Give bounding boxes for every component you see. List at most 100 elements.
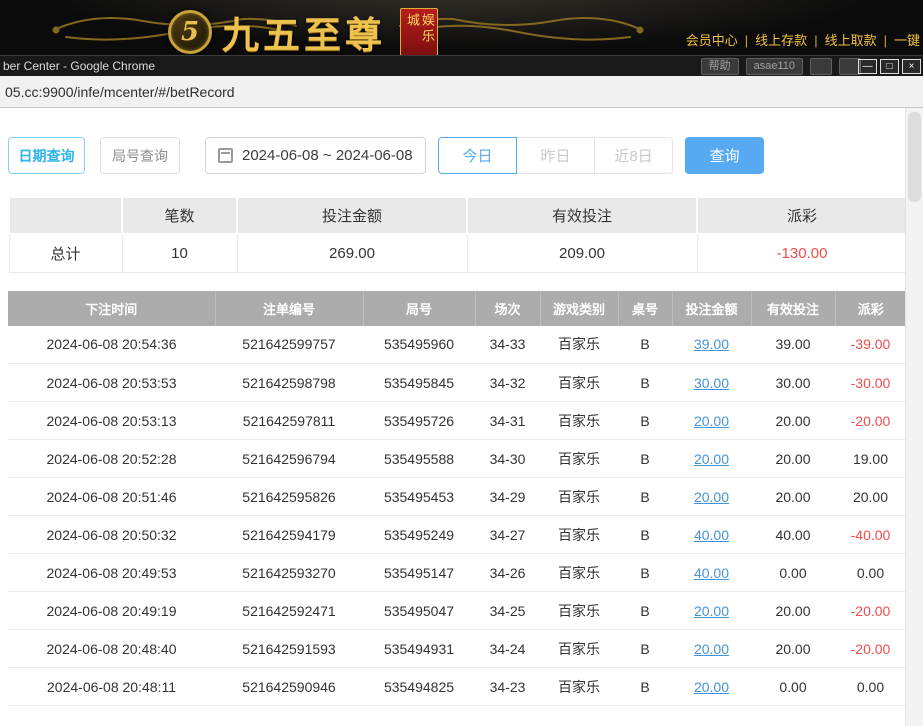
summary-header-cell [9, 197, 122, 234]
window-title: ber Center - Google Chrome [3, 59, 155, 73]
bet-header-cell: 注单编号 [215, 291, 363, 326]
summary-payout: -130.00 [697, 234, 907, 272]
cell-time: 2024-06-08 20:48:11 [8, 668, 215, 706]
cell-valid-bet: 0.00 [751, 668, 835, 706]
table-row: 2024-06-08 20:54:36521642599757535495960… [8, 326, 906, 364]
date-range-picker[interactable]: 2024-06-08 ~ 2024-06-08 [205, 137, 426, 174]
cell-bet-amount[interactable]: 20.00 [672, 592, 751, 630]
cell-order-id: 521642590946 [215, 668, 363, 706]
address-bar[interactable]: 05.cc:9900/infe/mcenter/#/betRecord [0, 76, 923, 108]
summary-header-cell: 有效投注 [467, 197, 697, 234]
summary-total-row: 总计 10 269.00 209.00 -130.00 [9, 234, 907, 272]
summary-header-cell: 笔数 [122, 197, 237, 234]
bet-header-cell: 投注金额 [672, 291, 751, 326]
cell-round-id: 535494931 [363, 630, 475, 668]
cell-payout: 20.00 [835, 478, 906, 516]
cell-bet-amount[interactable]: 40.00 [672, 516, 751, 554]
search-button[interactable]: 查询 [685, 137, 764, 174]
cell-payout: -30.00 [835, 364, 906, 402]
casino-nav-link[interactable]: 线上存款 [755, 33, 807, 48]
cell-game-type: 百家乐 [540, 402, 618, 440]
bet-table-header-row: 下注时间注单编号局号场次游戏类别桌号投注金额有效投注派彩 [8, 291, 906, 326]
bet-amount-link[interactable]: 40.00 [694, 565, 729, 581]
cell-bet-amount[interactable]: 20.00 [672, 668, 751, 706]
cell-game-type: 百家乐 [540, 668, 618, 706]
cell-payout: -20.00 [835, 402, 906, 440]
bet-amount-link[interactable]: 20.00 [694, 641, 729, 657]
table-row: 2024-06-08 20:53:13521642597811535495726… [8, 402, 906, 440]
casino-nav-link[interactable]: 线上取款 [825, 33, 877, 48]
summary-header-row: 笔数投注金额有效投注派彩 [9, 197, 907, 234]
cell-order-id: 521642592471 [215, 592, 363, 630]
tab-round-query[interactable]: 局号查询 [100, 137, 180, 174]
cell-payout: -20.00 [835, 592, 906, 630]
cell-table-no: B [618, 630, 672, 668]
cell-order-id: 521642593270 [215, 554, 363, 592]
cell-order-id: 521642591593 [215, 630, 363, 668]
bet-amount-link[interactable]: 30.00 [694, 375, 729, 391]
casino-nav: 会员中心|线上存款|线上取款|一键 [686, 30, 920, 49]
cell-time: 2024-06-08 20:50:32 [8, 516, 215, 554]
minimize-button-icon[interactable]: — [858, 59, 877, 74]
cell-session: 34-31 [475, 402, 540, 440]
scrollbar-thumb[interactable] [908, 112, 921, 202]
close-button-icon[interactable]: × [902, 59, 921, 74]
bet-amount-link[interactable]: 20.00 [694, 451, 729, 467]
bet-amount-link[interactable]: 39.00 [694, 336, 729, 352]
bet-header-cell: 游戏类别 [540, 291, 618, 326]
bet-amount-link[interactable]: 20.00 [694, 603, 729, 619]
maximize-button-icon[interactable]: □ [880, 59, 899, 74]
cell-valid-bet: 20.00 [751, 630, 835, 668]
nav-separator: | [884, 33, 887, 48]
cell-time: 2024-06-08 20:49:53 [8, 554, 215, 592]
cell-session: 34-29 [475, 478, 540, 516]
bet-header-cell: 局号 [363, 291, 475, 326]
cell-bet-amount[interactable]: 20.00 [672, 630, 751, 668]
tab-date-query[interactable]: 日期查询 [8, 137, 85, 174]
bet-amount-link[interactable]: 40.00 [694, 527, 729, 543]
cell-bet-amount[interactable]: 39.00 [672, 326, 751, 364]
cell-order-id: 521642596794 [215, 440, 363, 478]
table-row: 2024-06-08 20:50:32521642594179535495249… [8, 516, 906, 554]
cell-payout: -20.00 [835, 630, 906, 668]
cell-time: 2024-06-08 20:48:40 [8, 630, 215, 668]
cell-round-id: 535495047 [363, 592, 475, 630]
bet-amount-link[interactable]: 20.00 [694, 679, 729, 695]
cell-order-id: 521642595826 [215, 478, 363, 516]
cell-session: 34-30 [475, 440, 540, 478]
cell-bet-amount[interactable]: 30.00 [672, 364, 751, 402]
scrollbar-track[interactable] [905, 108, 923, 726]
cell-table-no: B [618, 478, 672, 516]
quick-yesterday-button[interactable]: 昨日 [516, 137, 595, 174]
chrome-titlebar[interactable]: ber Center - Google Chrome 帮助asae110 — □… [0, 55, 923, 76]
bet-header-cell: 派彩 [835, 291, 906, 326]
cell-session: 34-26 [475, 554, 540, 592]
cell-payout: 19.00 [835, 440, 906, 478]
bet-amount-link[interactable]: 20.00 [694, 489, 729, 505]
quick-today-button[interactable]: 今日 [438, 137, 517, 174]
url-text: 05.cc:9900/infe/mcenter/#/betRecord [5, 84, 235, 100]
obscured-box: asae110 [746, 58, 803, 75]
summary-row-label: 总计 [9, 234, 122, 272]
cell-bet-amount[interactable]: 20.00 [672, 402, 751, 440]
cell-table-no: B [618, 668, 672, 706]
cell-bet-amount[interactable]: 40.00 [672, 554, 751, 592]
cell-game-type: 百家乐 [540, 516, 618, 554]
cell-order-id: 521642597811 [215, 402, 363, 440]
calendar-icon [218, 148, 233, 163]
cell-bet-amount[interactable]: 20.00 [672, 440, 751, 478]
bet-amount-link[interactable]: 20.00 [694, 413, 729, 429]
casino-nav-link[interactable]: 会员中心 [686, 33, 738, 48]
summary-header-cell: 派彩 [697, 197, 907, 234]
cell-time: 2024-06-08 20:49:19 [8, 592, 215, 630]
summary-count: 10 [122, 234, 237, 272]
casino-nav-link[interactable]: 一键 [894, 33, 920, 48]
summary-valid-bet: 209.00 [467, 234, 697, 272]
bet-header-cell: 桌号 [618, 291, 672, 326]
quick-8days-button[interactable]: 近8日 [594, 137, 673, 174]
table-row: 2024-06-08 20:53:53521642598798535495845… [8, 364, 906, 402]
cell-round-id: 535495845 [363, 364, 475, 402]
cell-game-type: 百家乐 [540, 326, 618, 364]
casino-logo: 5 九五至尊 娱乐城 [168, 5, 438, 55]
cell-bet-amount[interactable]: 20.00 [672, 478, 751, 516]
